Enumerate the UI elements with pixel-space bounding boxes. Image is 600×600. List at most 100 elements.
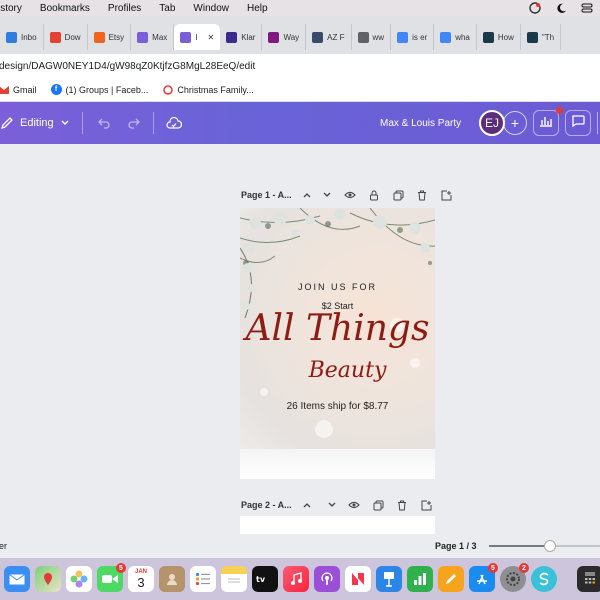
photos-app-icon[interactable] [66,566,92,592]
address-bar[interactable]: design/DAGW0NEY1D4/gW98qZ0KtjfzG8MgL28Ee… [0,54,600,78]
bookmark-facebook-groups[interactable]: f (1) Groups | Faceb... [50,84,148,95]
chevron-down-icon[interactable] [326,499,338,511]
menu-tab[interactable]: Tab [159,3,175,14]
control-center-icon[interactable] [580,1,594,15]
duplicate-icon[interactable] [392,189,404,201]
mail-app-icon[interactable] [4,566,30,592]
notes-app-icon[interactable] [221,566,247,592]
tab-label: AZ F [327,32,345,42]
menu-profiles[interactable]: Profiles [108,3,141,14]
add-page-icon[interactable] [420,499,432,511]
trash-icon[interactable] [396,499,408,511]
numbers-app-icon[interactable] [407,566,433,592]
reminders-app-icon[interactable] [190,566,216,592]
gmail-icon [49,31,61,43]
tab-active[interactable]: I ✕ [174,24,221,50]
add-collaborator-button[interactable]: + [503,111,527,135]
avatar[interactable]: EJ [479,110,505,136]
bookmark-gmail[interactable]: Gmail [0,84,37,95]
browser-tab[interactable]: Inbo [0,24,44,50]
w-icon [482,31,494,43]
chevron-down-icon[interactable] [321,189,333,201]
browser-tab[interactable]: Klar [220,24,263,50]
browser-tab[interactable]: How [477,24,521,50]
beauty-script-text[interactable]: Beauty [240,358,435,383]
browser-tab[interactable]: wha [434,24,477,50]
eye-icon[interactable] [348,499,360,511]
app-store-app-icon[interactable]: 5 [469,563,498,592]
music-app-icon[interactable] [283,566,309,592]
comment-icon [571,114,585,132]
keynote-app-icon[interactable] [376,566,402,592]
pencil-icon[interactable] [0,116,14,130]
chevron-down-icon[interactable] [60,118,70,128]
facetime-app-icon[interactable]: 5 [97,563,126,592]
pages-app-icon[interactable] [438,566,464,592]
page-2-title[interactable]: Page 2 - A... [241,500,292,510]
page-indicator[interactable]: Page 1 / 3 [435,541,477,551]
insights-button[interactable] [533,107,563,136]
cloud-saved-icon[interactable] [166,117,182,129]
bookmark-christmas-family[interactable]: Christmas Family... [162,84,254,95]
s-app-icon[interactable] [531,566,557,592]
all-things-script-text[interactable]: All Things [240,308,435,349]
page-1-title[interactable]: Page 1 - A... [241,190,292,200]
browser-tab[interactable]: Max [131,24,175,50]
shipping-text[interactable]: 26 Items ship for $8.77 [240,401,435,412]
zoom-slider[interactable] [489,540,600,552]
join-us-text[interactable]: JOIN US FOR [240,282,435,292]
eye-icon[interactable] [344,189,356,201]
system-settings-badge: 2 [519,563,529,573]
facebook-icon: f [50,84,62,95]
contacts-app-icon[interactable] [159,566,185,592]
browser-tab[interactable]: ww [352,24,392,50]
creative-cloud-icon[interactable] [528,1,542,15]
calculator-app-icon[interactable] [577,566,600,592]
editing-mode-label[interactable]: Editing [20,117,54,129]
menu-window[interactable]: Window [193,3,229,14]
menu-help[interactable]: Help [247,3,268,14]
design-page-1[interactable]: JOIN US FOR $2 Start All Things Beauty 2… [240,208,435,479]
bokeh-light [260,388,268,396]
zoom-slider-handle[interactable] [544,540,557,552]
calendar-app-icon[interactable]: JAN 3 [128,566,154,592]
trash-icon[interactable] [416,189,428,201]
duplicate-icon[interactable] [372,499,384,511]
wayfair-icon [268,31,280,43]
browser-tab[interactable]: Dow [44,24,88,50]
browser-tab[interactable]: Etsy [88,24,132,50]
podcasts-app-icon[interactable] [314,566,340,592]
apple-tv-app-icon[interactable]: tv [252,566,278,592]
lock-icon[interactable] [368,189,380,201]
design-title[interactable]: Max & Louis Party [380,118,461,129]
browser-tab[interactable]: Way [262,24,307,50]
tab-label: Klar [241,32,256,42]
tab-label: Inbo [21,32,37,42]
chevron-up-icon[interactable] [301,189,313,201]
maps-app-icon[interactable] [35,566,61,592]
undo-icon[interactable] [97,117,111,129]
menu-bookmarks[interactable]: Bookmarks [40,3,90,14]
close-icon[interactable]: ✕ [208,33,215,42]
toolbar-edge-divider [597,112,598,134]
redo-icon[interactable] [127,117,141,129]
browser-tab[interactable]: "Th [521,24,562,50]
etsy-icon [93,31,105,43]
mail-icon [6,31,17,43]
add-page-icon[interactable] [440,189,452,201]
browser-tab[interactable]: is er [391,24,435,50]
moon-icon[interactable] [554,1,568,15]
browser-tab[interactable]: AZ F [306,24,352,50]
notes-label[interactable]: er [0,541,7,551]
tab-label: "Th [541,32,555,42]
chevron-up-icon[interactable] [301,499,313,511]
comments-button[interactable] [565,110,591,136]
design-page-2[interactable] [240,516,435,534]
news-app-icon[interactable] [345,566,371,592]
url-text[interactable]: design/DAGW0NEY1D4/gW98qZ0KtjfzG8MgL28Ee… [0,61,255,72]
menu-history[interactable]: istory [0,3,22,14]
tab-label: I [195,32,198,42]
tab-label: wha [455,32,470,42]
canva-icon [180,31,192,43]
system-settings-app-icon[interactable]: 2 [500,563,529,592]
